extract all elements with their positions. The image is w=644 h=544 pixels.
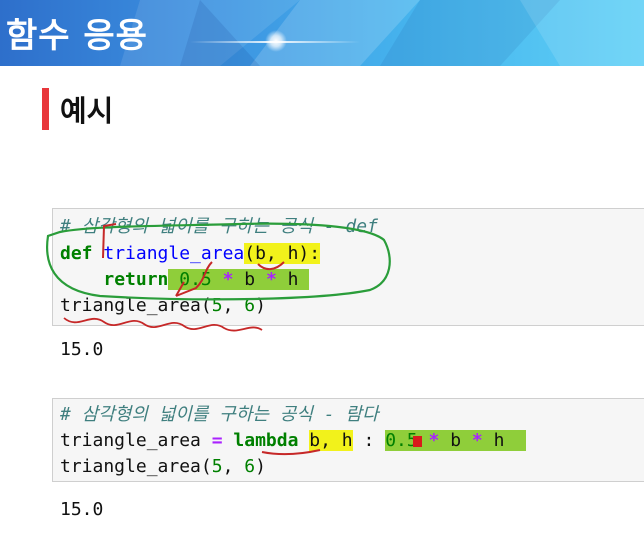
argument: 6 [244,295,256,316]
separator: , [222,456,245,477]
title-banner: 함수 응용 [0,0,644,66]
argument: 5 [211,295,223,316]
section-heading: 예시 [60,94,114,128]
code-comment: # 삼각형의 넓이를 구하는 공식 - def [60,216,378,237]
operator: * [471,430,483,451]
variable-name: triangle_area [60,430,201,451]
code-line-return: return 0.5 * b * h [60,268,310,292]
code-cell-def[interactable]: # 삼각형의 넓이를 구하는 공식 - def def triangle_are… [52,208,644,326]
lambda-colon: : [363,430,375,451]
operator: * [222,269,234,290]
function-call: triangle_area( [60,295,212,316]
code-line-comment: # 삼각형의 넓이를 구하는 공식 - 람다 [60,403,379,427]
argument: 5 [211,456,223,477]
code-cell-lambda[interactable]: # 삼각형의 넓이를 구하는 공식 - 람다 triangle_area = l… [52,398,644,482]
cell-output: 15.0 [60,339,104,360]
separator: , [222,295,245,316]
code-line-comment: # 삼각형의 넓이를 구하는 공식 - def [60,215,378,239]
function-name: triangle_area [103,243,245,264]
close-paren: ) [255,295,266,316]
cell-output: 15.0 [60,499,104,520]
number-literal: 0.5 [179,269,212,290]
operator: * [265,269,277,290]
operator: * [428,430,440,451]
variable-h: h [493,430,505,451]
variable-b: b [450,430,462,451]
keyword-return: return [103,269,169,290]
number-literal: 0.5 [385,430,418,451]
variable-h: h [287,269,299,290]
keyword-def: def [60,243,93,264]
code-line-def: def triangle_area(b, h): [60,242,321,266]
keyword-lambda: lambda [233,430,299,451]
heading-accent-bar [42,88,49,130]
lambda-expression: 0.5 * b * h [385,430,527,451]
return-expression: 0.5 * b * h [168,269,310,290]
variable-b: b [244,269,256,290]
lambda-params: b, h [309,430,353,451]
assign-operator: = [211,430,223,451]
function-params: (b, h): [244,243,321,264]
code-line-call: triangle_area(5, 6) [60,455,266,479]
code-line-lambda: triangle_area = lambda b, h : 0.5 * b * … [60,429,527,453]
banner-flare [265,30,287,52]
close-paren: ) [255,456,266,477]
code-comment: # 삼각형의 넓이를 구하는 공식 - 람다 [60,404,379,425]
function-call: triangle_area( [60,456,212,477]
code-line-call: triangle_area(5, 6) [60,294,266,318]
argument: 6 [244,456,256,477]
page-title: 함수 응용 [6,16,148,56]
